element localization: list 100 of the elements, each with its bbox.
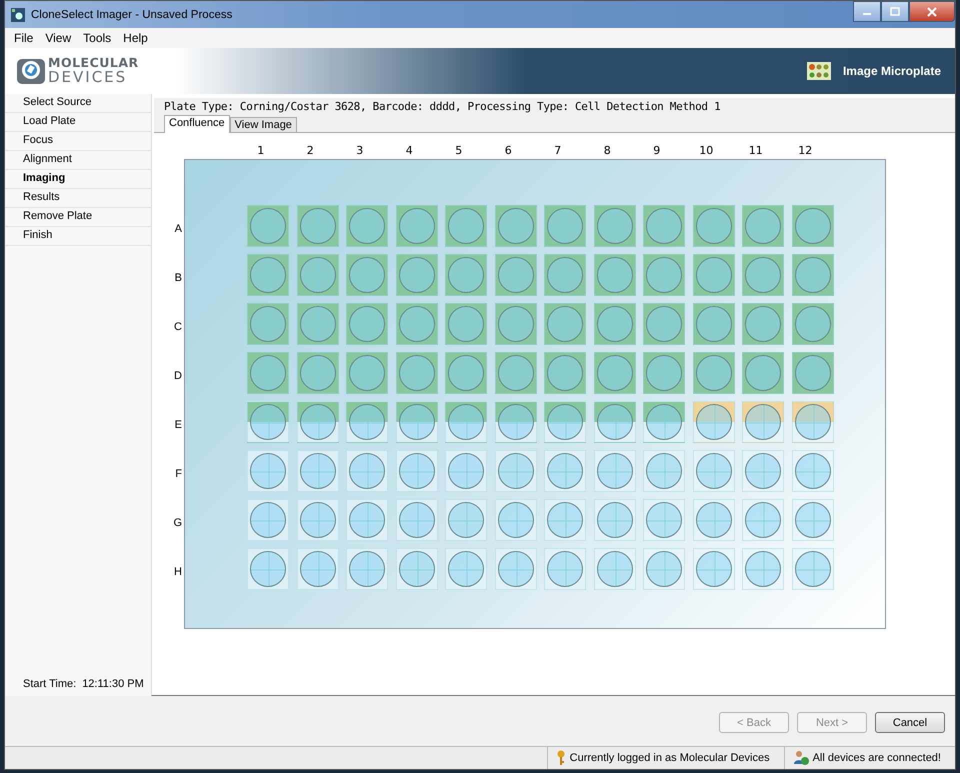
well[interactable] bbox=[594, 401, 636, 443]
well[interactable] bbox=[643, 352, 685, 394]
well[interactable] bbox=[692, 450, 734, 492]
well[interactable] bbox=[247, 205, 289, 247]
maximize-button[interactable] bbox=[881, 1, 909, 22]
well[interactable] bbox=[247, 499, 289, 541]
well[interactable] bbox=[544, 401, 586, 443]
menu-item[interactable]: Help bbox=[118, 31, 153, 45]
tab[interactable]: Confluence bbox=[164, 115, 230, 133]
well[interactable] bbox=[792, 548, 834, 590]
well[interactable] bbox=[643, 254, 685, 296]
well[interactable] bbox=[792, 205, 834, 247]
well[interactable] bbox=[544, 303, 586, 345]
well[interactable] bbox=[544, 352, 586, 394]
well[interactable] bbox=[296, 401, 338, 443]
cancel-button[interactable]: Cancel bbox=[875, 712, 945, 733]
well[interactable] bbox=[247, 401, 289, 443]
well[interactable] bbox=[494, 450, 536, 492]
well[interactable] bbox=[296, 499, 338, 541]
well[interactable] bbox=[643, 303, 685, 345]
tab[interactable]: View Image bbox=[230, 117, 297, 132]
menu-item[interactable]: View bbox=[40, 31, 76, 45]
well[interactable] bbox=[742, 450, 784, 492]
close-button[interactable] bbox=[909, 1, 955, 22]
well[interactable] bbox=[247, 352, 289, 394]
well[interactable] bbox=[445, 303, 487, 345]
well[interactable] bbox=[594, 303, 636, 345]
well[interactable] bbox=[792, 254, 834, 296]
well[interactable] bbox=[346, 303, 388, 345]
well[interactable] bbox=[396, 254, 438, 296]
well[interactable] bbox=[692, 548, 734, 590]
well[interactable] bbox=[445, 499, 487, 541]
well[interactable] bbox=[742, 548, 784, 590]
well[interactable] bbox=[544, 548, 586, 590]
well[interactable] bbox=[346, 205, 388, 247]
well[interactable] bbox=[494, 499, 536, 541]
well[interactable] bbox=[594, 205, 636, 247]
well[interactable] bbox=[445, 205, 487, 247]
well[interactable] bbox=[594, 254, 636, 296]
well[interactable] bbox=[692, 303, 734, 345]
well[interactable] bbox=[247, 303, 289, 345]
well[interactable] bbox=[296, 303, 338, 345]
well[interactable] bbox=[494, 254, 536, 296]
well[interactable] bbox=[445, 548, 487, 590]
well[interactable] bbox=[346, 450, 388, 492]
well[interactable] bbox=[396, 499, 438, 541]
well[interactable] bbox=[346, 499, 388, 541]
well[interactable] bbox=[692, 205, 734, 247]
well[interactable] bbox=[643, 401, 685, 443]
well[interactable] bbox=[643, 499, 685, 541]
well[interactable] bbox=[296, 352, 338, 394]
well[interactable] bbox=[247, 450, 289, 492]
well[interactable] bbox=[296, 254, 338, 296]
well[interactable] bbox=[445, 401, 487, 443]
well[interactable] bbox=[247, 548, 289, 590]
well[interactable] bbox=[742, 254, 784, 296]
well[interactable] bbox=[396, 205, 438, 247]
well[interactable] bbox=[296, 205, 338, 247]
well[interactable] bbox=[792, 352, 834, 394]
well[interactable] bbox=[692, 401, 734, 443]
well[interactable] bbox=[544, 205, 586, 247]
well[interactable] bbox=[643, 205, 685, 247]
well[interactable] bbox=[247, 254, 289, 296]
well[interactable] bbox=[445, 450, 487, 492]
well[interactable] bbox=[742, 205, 784, 247]
well[interactable] bbox=[346, 401, 388, 443]
well[interactable] bbox=[594, 352, 636, 394]
well[interactable] bbox=[544, 450, 586, 492]
menu-item[interactable]: Tools bbox=[78, 31, 116, 45]
well[interactable] bbox=[792, 499, 834, 541]
well[interactable] bbox=[396, 303, 438, 345]
well[interactable] bbox=[742, 401, 784, 443]
well[interactable] bbox=[692, 499, 734, 541]
minimize-button[interactable] bbox=[853, 1, 881, 22]
well[interactable] bbox=[792, 450, 834, 492]
well[interactable] bbox=[296, 548, 338, 590]
well[interactable] bbox=[346, 548, 388, 590]
well[interactable] bbox=[643, 450, 685, 492]
well[interactable] bbox=[742, 352, 784, 394]
well[interactable] bbox=[494, 303, 536, 345]
well[interactable] bbox=[396, 450, 438, 492]
well[interactable] bbox=[396, 401, 438, 443]
well[interactable] bbox=[544, 499, 586, 541]
well[interactable] bbox=[346, 352, 388, 394]
well[interactable] bbox=[396, 352, 438, 394]
well[interactable] bbox=[742, 303, 784, 345]
well[interactable] bbox=[692, 352, 734, 394]
well[interactable] bbox=[494, 205, 536, 247]
well[interactable] bbox=[792, 401, 834, 443]
well[interactable] bbox=[692, 254, 734, 296]
menu-item[interactable]: File bbox=[9, 31, 38, 45]
well[interactable] bbox=[594, 548, 636, 590]
well[interactable] bbox=[445, 254, 487, 296]
well[interactable] bbox=[494, 401, 536, 443]
well[interactable] bbox=[792, 303, 834, 345]
well[interactable] bbox=[445, 352, 487, 394]
well[interactable] bbox=[494, 352, 536, 394]
well[interactable] bbox=[494, 548, 536, 590]
well[interactable] bbox=[544, 254, 586, 296]
well[interactable] bbox=[742, 499, 784, 541]
